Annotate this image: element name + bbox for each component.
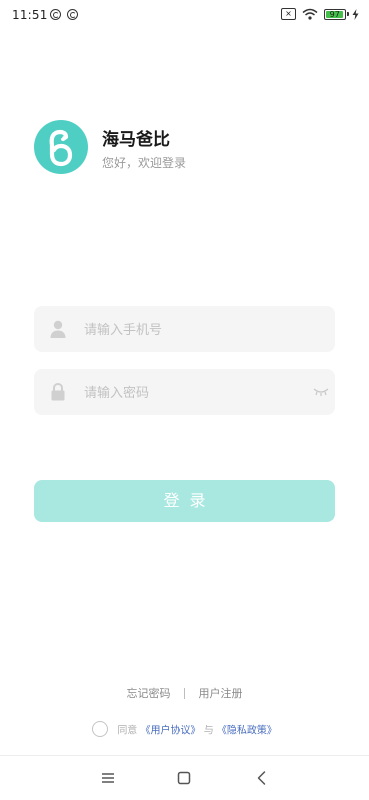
agreement-prefix: 同意 xyxy=(117,725,138,737)
lock-icon xyxy=(51,382,65,401)
charging-icon xyxy=(352,8,359,20)
app-name: 海马爸比 xyxy=(102,130,170,150)
agreement-joiner: 与 xyxy=(203,725,214,737)
register-link[interactable]: 用户注册 xyxy=(199,685,243,701)
forgot-password-link[interactable]: 忘记密码 xyxy=(127,685,171,701)
home-icon[interactable] xyxy=(174,768,194,788)
status-bar: 11:51 × 97 xyxy=(0,0,369,30)
user-icon xyxy=(50,320,66,338)
welcome-subtitle: 您好，欢迎登录 xyxy=(102,156,187,170)
password-field[interactable] xyxy=(34,369,335,417)
agree-checkbox[interactable] xyxy=(92,721,109,737)
battery-icon: 97 xyxy=(324,8,349,20)
notification-icon xyxy=(50,9,61,20)
agreement-row: 同意 《用户协议》 与 《隐私政策》 xyxy=(0,721,369,743)
status-time: 11:51 xyxy=(12,8,48,22)
app-logo xyxy=(34,120,88,174)
system-nav-bar xyxy=(0,756,369,800)
phone-field[interactable] xyxy=(34,306,335,354)
auth-links: 忘记密码 用户注册 xyxy=(0,685,369,703)
privacy-policy-link[interactable]: 《隐私政策》 xyxy=(217,726,277,737)
link-divider xyxy=(184,687,185,699)
eye-closed-icon[interactable] xyxy=(313,387,329,397)
phone-input[interactable] xyxy=(82,306,306,354)
user-agreement-link[interactable]: 《用户协议》 xyxy=(141,726,201,737)
wifi-icon xyxy=(302,8,318,20)
back-icon[interactable] xyxy=(252,768,272,788)
password-input[interactable] xyxy=(82,369,306,417)
notification-icon xyxy=(67,9,78,20)
seahorse-logo-icon xyxy=(49,129,73,167)
sim-x-icon: × xyxy=(281,8,296,20)
menu-icon[interactable] xyxy=(98,768,118,788)
battery-fill: 97 xyxy=(326,10,344,18)
status-icons: × 97 xyxy=(281,8,359,20)
login-button[interactable]: 登录 xyxy=(34,480,335,522)
